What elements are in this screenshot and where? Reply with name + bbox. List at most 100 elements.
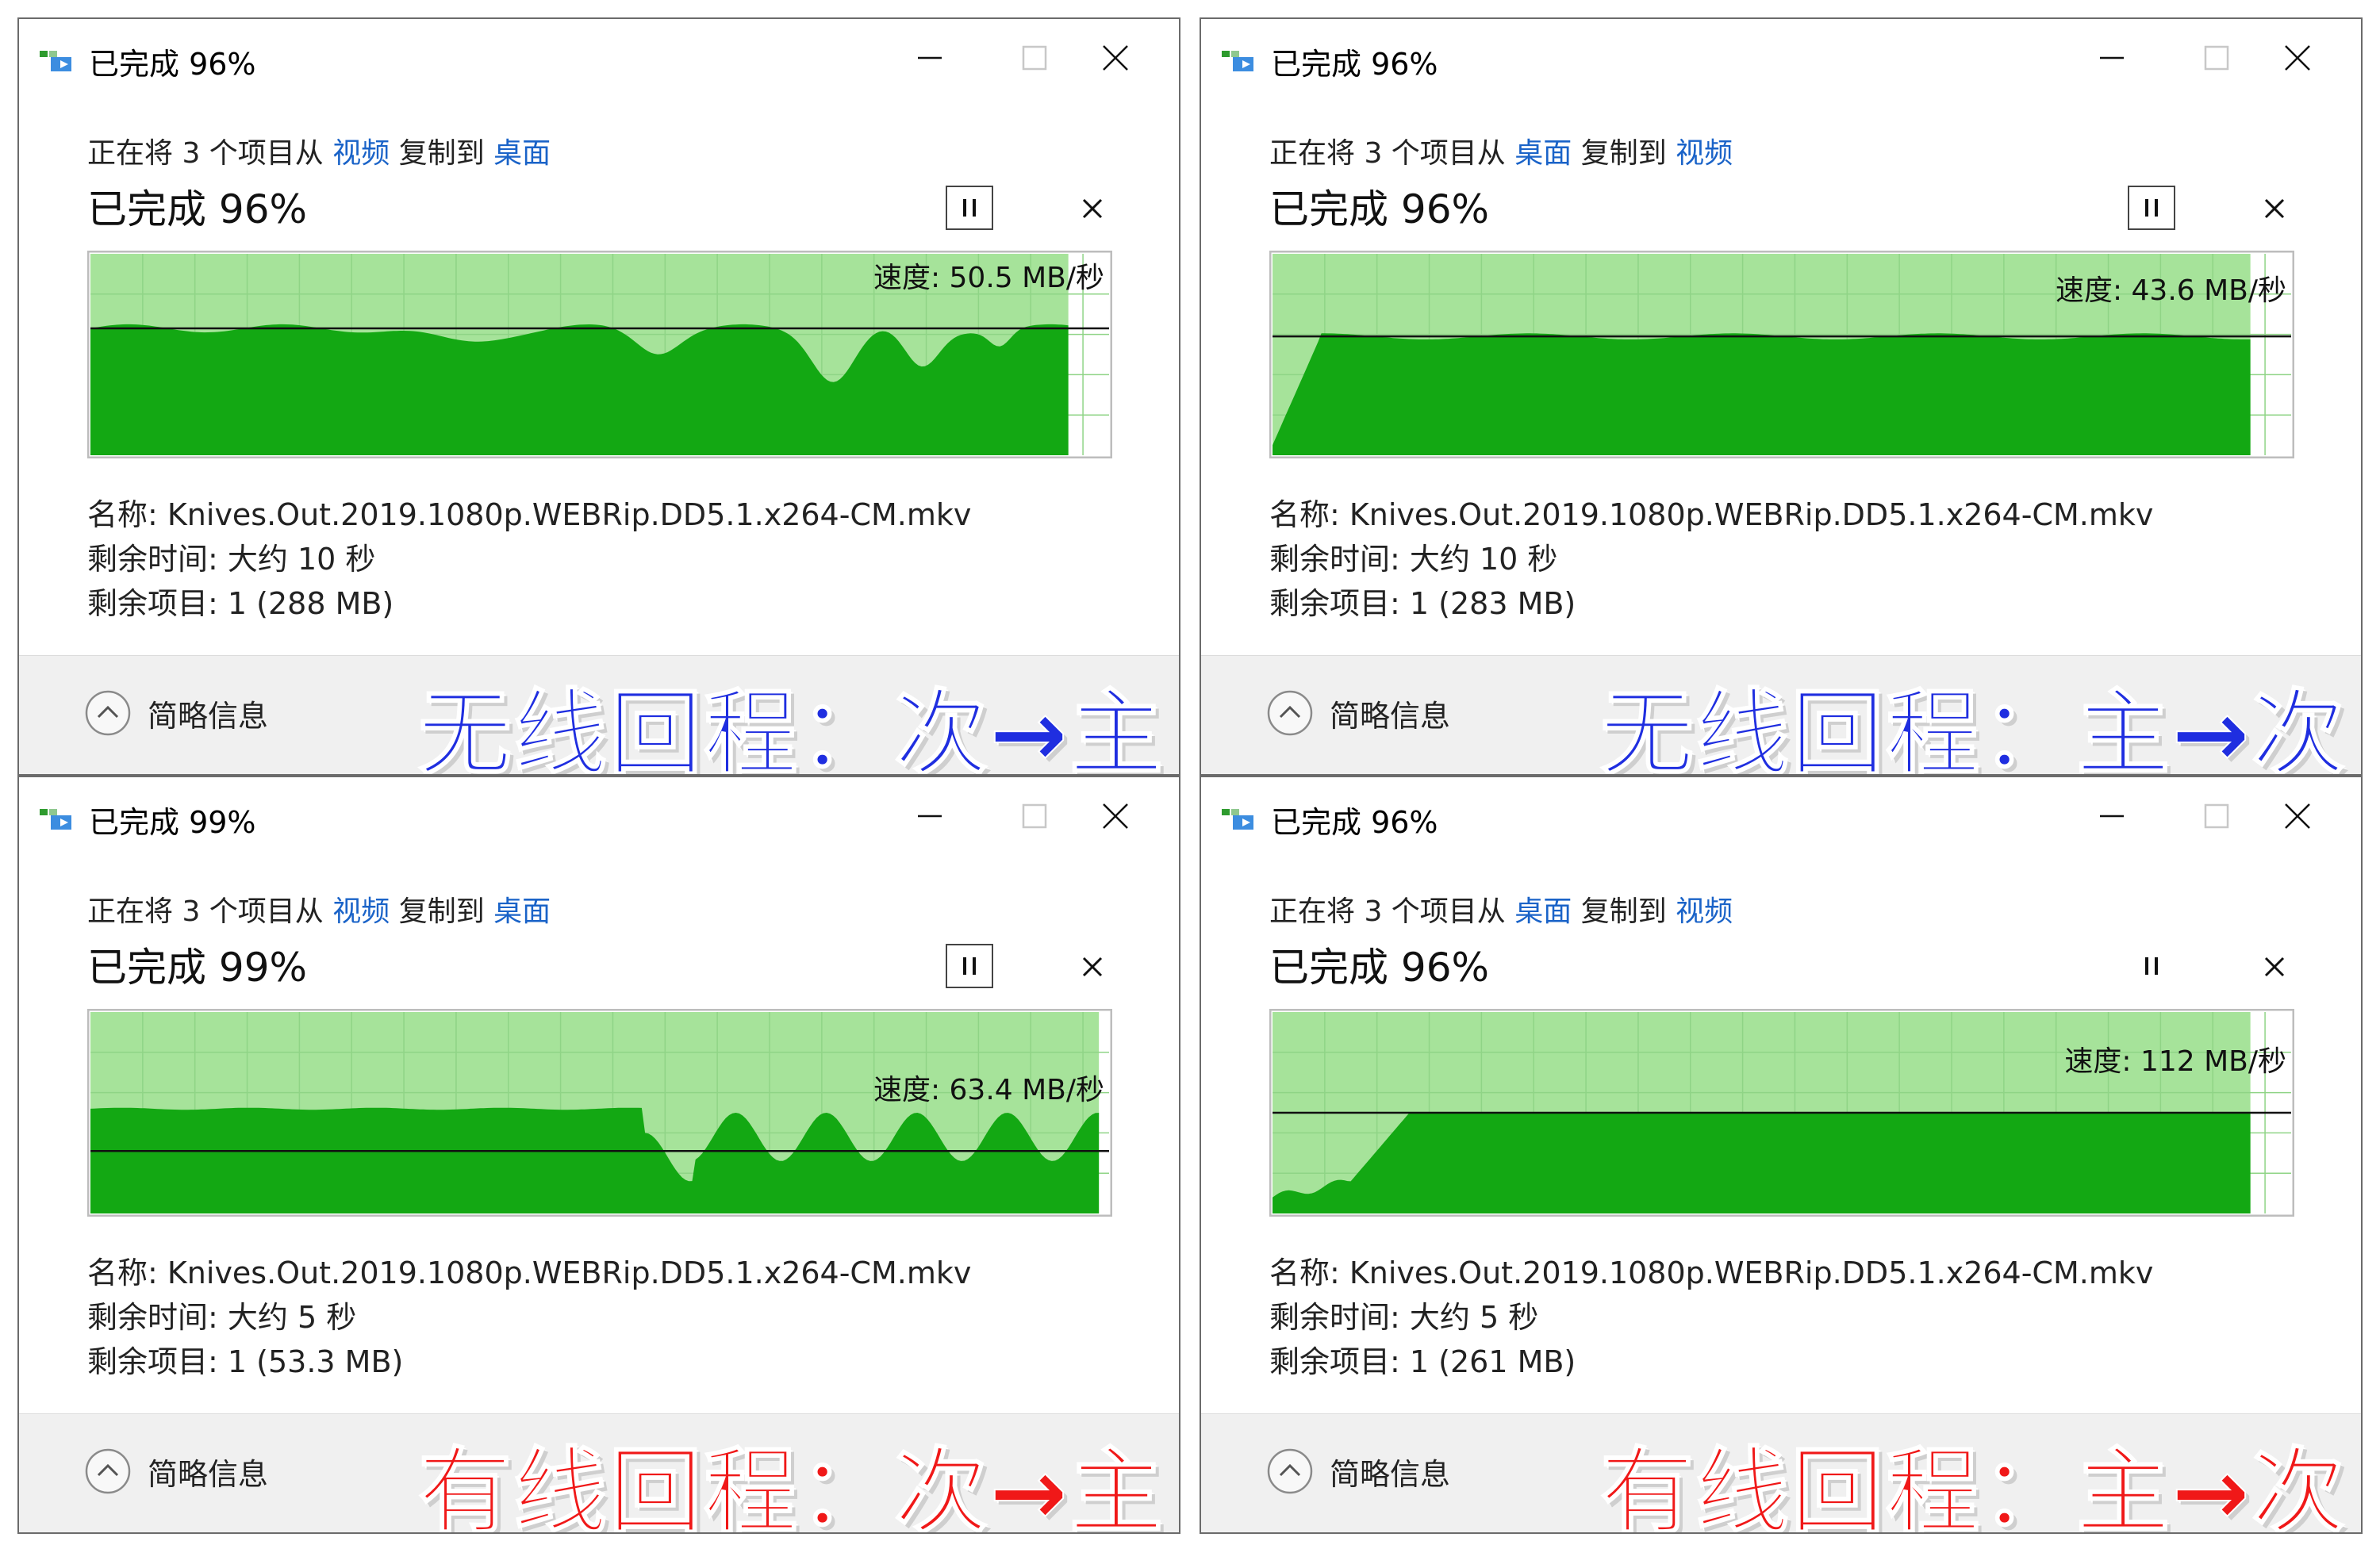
- speed-label: 速度: 63.4 MB/秒: [873, 1074, 1104, 1106]
- file-name: 名称: Knives.Out.2019.1080p.WEBRip.DD5.1.x…: [87, 1256, 972, 1290]
- source-folder-link[interactable]: 桌面: [1514, 137, 1572, 170]
- description-prefix: 正在将 3 个项目从: [1269, 137, 1515, 170]
- pause-button[interactable]: [946, 186, 993, 230]
- transfer-speed-graph: 速度: 112 MB/秒: [1269, 1009, 2294, 1217]
- fewer-details-toggle[interactable]: 简略信息: [1266, 689, 1450, 737]
- speed-label: 速度: 43.6 MB/秒: [2056, 274, 2286, 307]
- fewer-details-label: 简略信息: [148, 698, 269, 734]
- maximize-icon: [2204, 803, 2229, 829]
- dialog-footer: 简略信息 无线回程：主→次: [1201, 655, 2361, 776]
- file-name: 名称: Knives.Out.2019.1080p.WEBRip.DD5.1.x…: [1269, 1256, 2154, 1290]
- source-folder-link[interactable]: 桌面: [1514, 895, 1572, 928]
- progress-title: 已完成 96%: [1269, 945, 1490, 991]
- minimize-button[interactable]: [890, 33, 969, 82]
- transfer-speed-graph: 速度: 43.6 MB/秒: [1269, 251, 2294, 458]
- close-icon: [1103, 803, 1128, 829]
- source-folder-link[interactable]: 视频: [332, 137, 390, 170]
- speed-graph-svg: 速度: 63.4 MB/秒: [87, 1009, 1112, 1217]
- speed-graph-svg: 速度: 43.6 MB/秒: [1269, 251, 2294, 458]
- minimize-button[interactable]: [2072, 792, 2152, 841]
- minimize-button[interactable]: [890, 792, 969, 841]
- progress-title: 已完成 96%: [87, 186, 308, 232]
- file-name: 名称: Knives.Out.2019.1080p.WEBRip.DD5.1.x…: [87, 497, 972, 532]
- maximize-button[interactable]: [2177, 792, 2256, 841]
- description-middle: 复制到: [1572, 895, 1676, 928]
- destination-folder-link[interactable]: 视频: [1676, 137, 1733, 170]
- maximize-icon: [1022, 45, 1047, 71]
- description-middle: 复制到: [390, 895, 494, 928]
- backhaul-caption: 有线回程：主→次: [1599, 1436, 2347, 1534]
- destination-folder-link[interactable]: 桌面: [493, 137, 551, 170]
- pause-button[interactable]: [946, 944, 993, 988]
- time-remaining: 剩余时间: 大约 5 秒: [1269, 1300, 1539, 1335]
- copy-description: 正在将 3 个项目从 桌面 复制到 视频: [1269, 888, 1733, 930]
- transfer-speed-graph: 速度: 63.4 MB/秒: [87, 1009, 1112, 1217]
- close-icon: [1103, 45, 1128, 71]
- description-prefix: 正在将 3 个项目从: [87, 895, 333, 928]
- cancel-copy-button[interactable]: [2255, 189, 2294, 228]
- title-bar[interactable]: 已完成 96%: [19, 19, 1179, 95]
- fewer-details-toggle[interactable]: 简略信息: [84, 689, 268, 737]
- items-remaining: 剩余项目: 1 (288 MB): [87, 586, 394, 621]
- pause-icon: [963, 957, 976, 975]
- copy-description: 正在将 3 个项目从 视频 复制到 桌面: [87, 888, 551, 930]
- pause-button[interactable]: [2128, 944, 2175, 988]
- backhaul-caption: 有线回程：次→主: [417, 1436, 1165, 1534]
- minimize-icon: [918, 56, 942, 59]
- chevron-up-circle-icon: [85, 1448, 131, 1494]
- cancel-copy-button[interactable]: [1073, 189, 1112, 228]
- time-remaining: 剩余时间: 大约 10 秒: [1269, 542, 1558, 577]
- copy-dialog-bottom-right: 已完成 96% 正在将 3 个项目从 桌面 复制到 视频 已完成 96% 速度:…: [1200, 776, 2363, 1534]
- destination-folder-link[interactable]: 桌面: [493, 895, 551, 928]
- maximize-icon: [2204, 45, 2229, 71]
- title-bar[interactable]: 已完成 99%: [19, 777, 1179, 853]
- description-prefix: 正在将 3 个项目从: [1269, 895, 1515, 928]
- dialog-footer: 简略信息 有线回程：主→次: [1201, 1413, 2361, 1534]
- fewer-details-label: 简略信息: [1330, 1456, 1451, 1492]
- window-title: 已完成 96%: [89, 47, 256, 82]
- copy-dialog-top-right: 已完成 96% 正在将 3 个项目从 桌面 复制到 视频 已完成 96% 速度:…: [1200, 17, 2363, 776]
- fewer-details-label: 简略信息: [148, 1456, 269, 1492]
- chevron-up-circle-icon: [1267, 1448, 1313, 1494]
- maximize-button[interactable]: [2177, 33, 2256, 82]
- close-icon: [2285, 803, 2310, 829]
- cancel-icon: [2264, 198, 2285, 219]
- minimize-button[interactable]: [2072, 33, 2152, 82]
- close-button[interactable]: [2258, 792, 2337, 841]
- fewer-details-toggle[interactable]: 简略信息: [1266, 1447, 1450, 1495]
- progress-title: 已完成 99%: [87, 945, 308, 991]
- backhaul-caption: 无线回程：次→主: [417, 678, 1165, 776]
- destination-folder-link[interactable]: 视频: [1676, 895, 1733, 928]
- minimize-icon: [2100, 815, 2124, 818]
- copy-arrow-icon: [1222, 51, 1253, 71]
- speed-history-area: [1273, 333, 2251, 455]
- file-name: 名称: Knives.Out.2019.1080p.WEBRip.DD5.1.x…: [1269, 497, 2154, 532]
- speed-label: 速度: 50.5 MB/秒: [873, 262, 1104, 294]
- source-folder-link[interactable]: 视频: [332, 895, 390, 928]
- speed-graph-svg: 速度: 50.5 MB/秒: [87, 251, 1112, 458]
- maximize-button[interactable]: [995, 792, 1074, 841]
- cancel-copy-button[interactable]: [2255, 947, 2294, 987]
- pause-button[interactable]: [2128, 186, 2175, 230]
- cancel-icon: [1082, 198, 1103, 219]
- window-title: 已完成 96%: [1271, 47, 1438, 82]
- copy-dialog-top-left: 已完成 96% 正在将 3 个项目从 视频 复制到 桌面 已完成 96% 速度:…: [17, 17, 1180, 776]
- fewer-details-label: 简略信息: [1330, 698, 1451, 734]
- close-button[interactable]: [1076, 792, 1155, 841]
- fewer-details-toggle[interactable]: 简略信息: [84, 1447, 268, 1495]
- close-button[interactable]: [1076, 33, 1155, 82]
- cancel-copy-button[interactable]: [1073, 947, 1112, 987]
- copy-description: 正在将 3 个项目从 视频 复制到 桌面: [87, 130, 551, 171]
- description-middle: 复制到: [1572, 137, 1676, 170]
- title-bar[interactable]: 已完成 96%: [1201, 19, 2361, 95]
- progress-title: 已完成 96%: [1269, 186, 1490, 232]
- pause-icon: [2145, 957, 2158, 975]
- speed-history-area: [1273, 1113, 2251, 1213]
- copy-arrow-icon: [40, 809, 71, 830]
- maximize-button[interactable]: [995, 33, 1074, 82]
- title-bar[interactable]: 已完成 96%: [1201, 777, 2361, 853]
- backhaul-caption: 无线回程：主→次: [1599, 678, 2347, 776]
- close-button[interactable]: [2258, 33, 2337, 82]
- time-remaining: 剩余时间: 大约 10 秒: [87, 542, 376, 577]
- pause-icon: [2145, 199, 2158, 217]
